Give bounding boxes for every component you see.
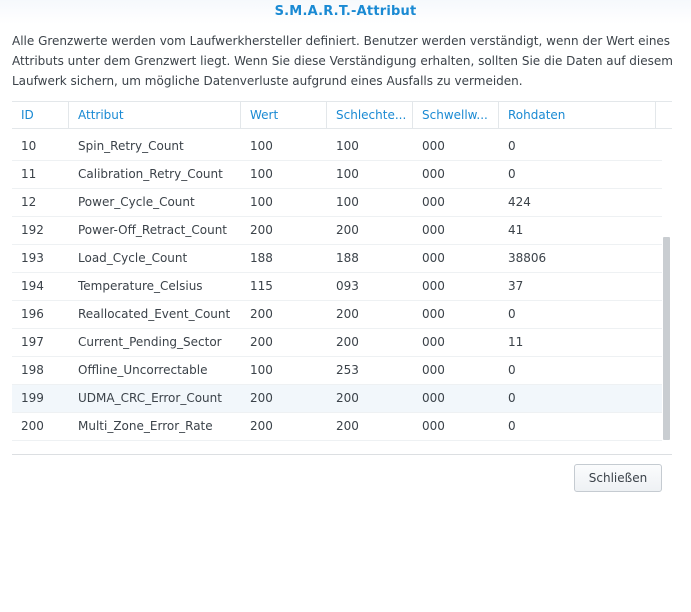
cell-threshold: 000	[422, 195, 445, 209]
cell-worst: 253	[336, 363, 359, 377]
table-row[interactable]: 197 Current_Pending_Sector 200 200 000 11	[12, 329, 662, 357]
footer-divider	[12, 454, 672, 455]
table-header: ID Attribut Wert Schlechte... Schwellw..…	[12, 101, 672, 129]
table-body: 10 Spin_Retry_Count 100 100 000 0 11 Calibratio…	[12, 133, 662, 441]
cell-worst: 100	[336, 195, 359, 209]
column-header-value[interactable]: Wert	[241, 102, 327, 129]
cell-id: 10	[21, 139, 37, 153]
cell-threshold: 000	[422, 251, 445, 265]
cell-raw: 38806	[508, 251, 547, 265]
cell-attribute: Power-Off_Retract_Count	[78, 223, 228, 237]
cell-raw: 0	[508, 139, 516, 153]
table-row[interactable]: 193 Load_Cycle_Count 188 188 000 38806	[12, 245, 662, 273]
cell-id: 11	[21, 167, 37, 181]
table-row[interactable]: 10 Spin_Retry_Count 100 100 000 0	[12, 133, 662, 161]
cell-value: 100	[250, 195, 273, 209]
cell-attribute: Calibration_Retry_Count	[78, 167, 223, 181]
cell-worst: 200	[336, 391, 359, 405]
cell-attribute: Power_Cycle_Count	[78, 195, 195, 209]
table-row[interactable]: 198 Offline_Uncorrectable 100 253 000 0	[12, 357, 662, 385]
table-row[interactable]: 12 Power_Cycle_Count 100 100 000 424	[12, 189, 662, 217]
cell-worst: 200	[336, 307, 359, 321]
cell-worst: 100	[336, 139, 359, 153]
cell-raw: 0	[508, 307, 516, 321]
cell-threshold: 000	[422, 307, 445, 321]
cell-value: 200	[250, 307, 273, 321]
column-header-id[interactable]: ID	[12, 102, 69, 129]
cell-id: 196	[21, 307, 44, 321]
cell-value: 200	[250, 335, 273, 349]
cell-id: 198	[21, 363, 44, 377]
cell-worst: 200	[336, 223, 359, 237]
cell-id: 12	[21, 195, 37, 209]
cell-attribute: Reallocated_Event_Count	[78, 307, 231, 321]
cell-threshold: 000	[422, 167, 445, 181]
cell-threshold: 000	[422, 335, 445, 349]
cell-id: 193	[21, 251, 44, 265]
scrollbar-thumb[interactable]	[663, 237, 670, 440]
table-row[interactable]: 200 Multi_Zone_Error_Rate 200 200 000 0	[12, 413, 662, 441]
cell-attribute: Load_Cycle_Count	[78, 251, 188, 265]
cell-worst: 200	[336, 335, 359, 349]
cell-value: 115	[250, 279, 273, 293]
cell-raw: 424	[508, 195, 531, 209]
cell-threshold: 000	[422, 139, 445, 153]
cell-id: 192	[21, 223, 44, 237]
column-header-attribute[interactable]: Attribut	[69, 102, 241, 129]
cell-id: 199	[21, 391, 44, 405]
cell-value: 200	[250, 391, 273, 405]
cell-attribute: Temperature_Celsius	[78, 279, 203, 293]
cell-raw: 0	[508, 391, 516, 405]
column-header-threshold[interactable]: Schwellw...	[413, 102, 499, 129]
cell-threshold: 000	[422, 391, 445, 405]
cell-threshold: 000	[422, 419, 445, 433]
cell-raw: 37	[508, 279, 524, 293]
smart-attribute-table: ID Attribut Wert Schlechte... Schwellw..…	[12, 101, 672, 442]
cell-id: 194	[21, 279, 44, 293]
table-row[interactable]: 199 UDMA_CRC_Error_Count 200 200 000 0	[12, 385, 662, 413]
cell-raw: 0	[508, 167, 516, 181]
table-row[interactable]: 196 Reallocated_Event_Count 200 200 000 0	[12, 301, 662, 329]
cell-attribute: Current_Pending_Sector	[78, 335, 222, 349]
close-button[interactable]: Schließen	[574, 464, 662, 492]
cell-worst: 093	[336, 279, 359, 293]
cell-worst: 200	[336, 419, 359, 433]
cell-threshold: 000	[422, 223, 445, 237]
column-header-worst[interactable]: Schlechte...	[327, 102, 413, 129]
cell-id: 197	[21, 335, 44, 349]
description-text: Alle Grenzwerte werden vom Laufwerkherst…	[12, 34, 673, 88]
cell-attribute: Offline_Uncorrectable	[78, 363, 208, 377]
cell-threshold: 000	[422, 363, 445, 377]
cell-value: 100	[250, 139, 273, 153]
cell-raw: 41	[508, 223, 524, 237]
cell-value: 200	[250, 419, 273, 433]
cell-worst: 100	[336, 167, 359, 181]
table-row[interactable]: 11 Calibration_Retry_Count 100 100 000 0	[12, 161, 662, 189]
cell-attribute: UDMA_CRC_Error_Count	[78, 391, 222, 405]
cell-raw: 0	[508, 419, 516, 433]
cell-value: 188	[250, 251, 273, 265]
cell-raw: 0	[508, 363, 516, 377]
dialog-title: S.M.A.R.T.-Attribut	[274, 4, 417, 19]
cell-raw: 11	[508, 335, 524, 349]
table-row[interactable]: 194 Temperature_Celsius 115 093 000 37	[12, 273, 662, 301]
cell-value: 100	[250, 167, 273, 181]
cell-value: 200	[250, 223, 273, 237]
column-header-raw[interactable]: Rohdaten	[499, 102, 656, 129]
cell-attribute: Multi_Zone_Error_Rate	[78, 419, 213, 433]
cell-attribute: Spin_Retry_Count	[78, 139, 184, 153]
cell-threshold: 000	[422, 279, 445, 293]
cell-value: 100	[250, 363, 273, 377]
cell-worst: 188	[336, 251, 359, 265]
cell-id: 200	[21, 419, 44, 433]
table-scrollbar[interactable]	[662, 133, 672, 442]
table-row[interactable]: 192 Power-Off_Retract_Count 200 200 000 41	[12, 217, 662, 245]
dialog-titlebar: S.M.A.R.T.-Attribut	[0, 0, 691, 24]
